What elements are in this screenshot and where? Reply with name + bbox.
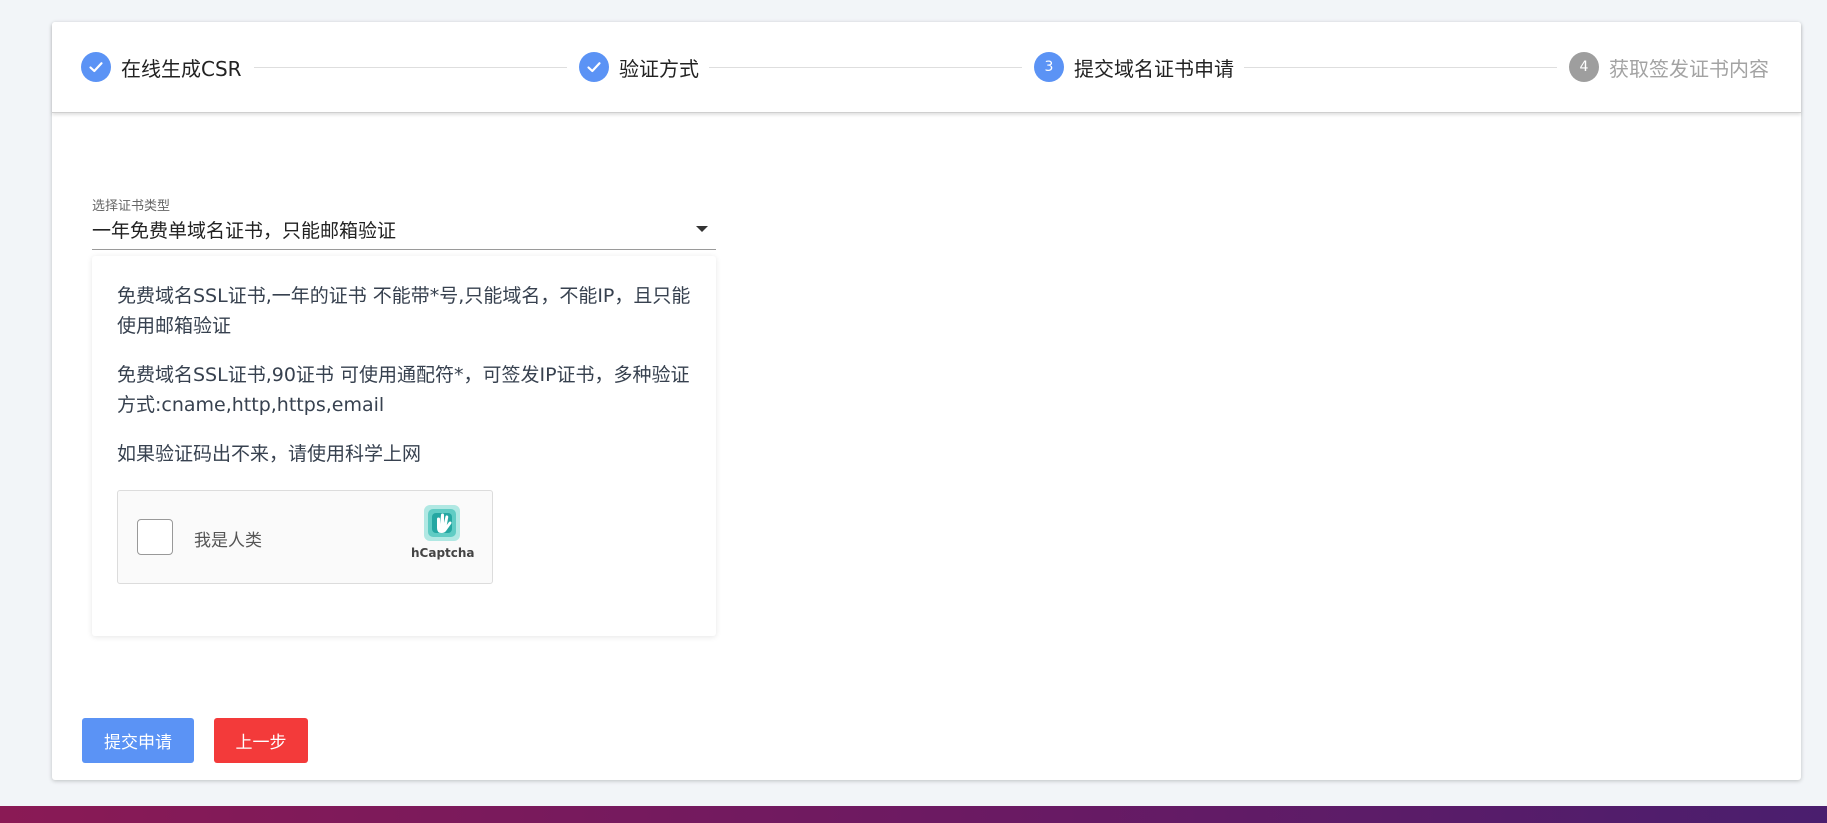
cert-type-caption: 选择证书类型 <box>92 199 171 214</box>
step-generate-csr[interactable]: 在线生成CSR <box>81 52 242 82</box>
info-paragraph: 免费域名SSL证书,一年的证书 不能带*号,只能域名，不能IP，且只能使用邮箱验… <box>117 285 691 337</box>
info-card: 免费域名SSL证书,一年的证书 不能带*号,只能域名，不能IP，且只能使用邮箱验… <box>92 256 716 636</box>
step-number-badge: 4 <box>1569 52 1599 82</box>
step-label: 验证方式 <box>619 56 699 81</box>
step-connector <box>709 67 1022 68</box>
step-label: 在线生成CSR <box>121 56 242 81</box>
stepper: 在线生成CSR 验证方式 3 提交域名证书申请 4 获取签发证书内容 <box>52 22 1801 113</box>
captcha-hint: 如果验证码出不来，请使用科学上网 <box>117 443 422 465</box>
certificate-application-panel: 在线生成CSR 验证方式 3 提交域名证书申请 4 获取签发证书内容 选择证书类… <box>52 22 1801 780</box>
step-number-badge: 3 <box>1034 52 1064 82</box>
hcaptcha-widget: 我是人类 hCaptcha <box>117 490 493 584</box>
captcha-brand: hCaptcha <box>411 546 475 560</box>
captcha-checkbox[interactable] <box>137 519 173 555</box>
previous-step-button[interactable]: 上一步 <box>214 718 308 763</box>
check-icon <box>81 52 111 82</box>
step-verification-method[interactable]: 验证方式 <box>579 52 699 82</box>
cert-type-value[interactable]: 一年免费单域名证书，只能邮箱验证 <box>92 216 396 243</box>
info-paragraph: 免费域名SSL证书,90证书 可使用通配符*，可签发IP证书，多种验证方式:cn… <box>117 364 690 416</box>
check-icon <box>579 52 609 82</box>
step-submit-domain-cert[interactable]: 3 提交域名证书申请 <box>1034 52 1234 82</box>
footer-gradient-bar <box>0 806 1827 823</box>
step-label: 获取签发证书内容 <box>1609 56 1769 81</box>
dropdown-arrow-icon[interactable] <box>696 226 708 232</box>
step-connector <box>254 67 567 68</box>
cert-type-select[interactable]: 选择证书类型 一年免费单域名证书，只能邮箱验证 <box>92 172 716 252</box>
step-label: 提交域名证书申请 <box>1074 56 1234 81</box>
step-get-issued-cert[interactable]: 4 获取签发证书内容 <box>1569 52 1769 82</box>
select-underline <box>92 249 716 250</box>
step-connector <box>1244 67 1557 68</box>
hcaptcha-logo-icon <box>420 501 464 545</box>
submit-application-button[interactable]: 提交申请 <box>82 718 194 763</box>
captcha-label: 我是人类 <box>194 531 262 551</box>
